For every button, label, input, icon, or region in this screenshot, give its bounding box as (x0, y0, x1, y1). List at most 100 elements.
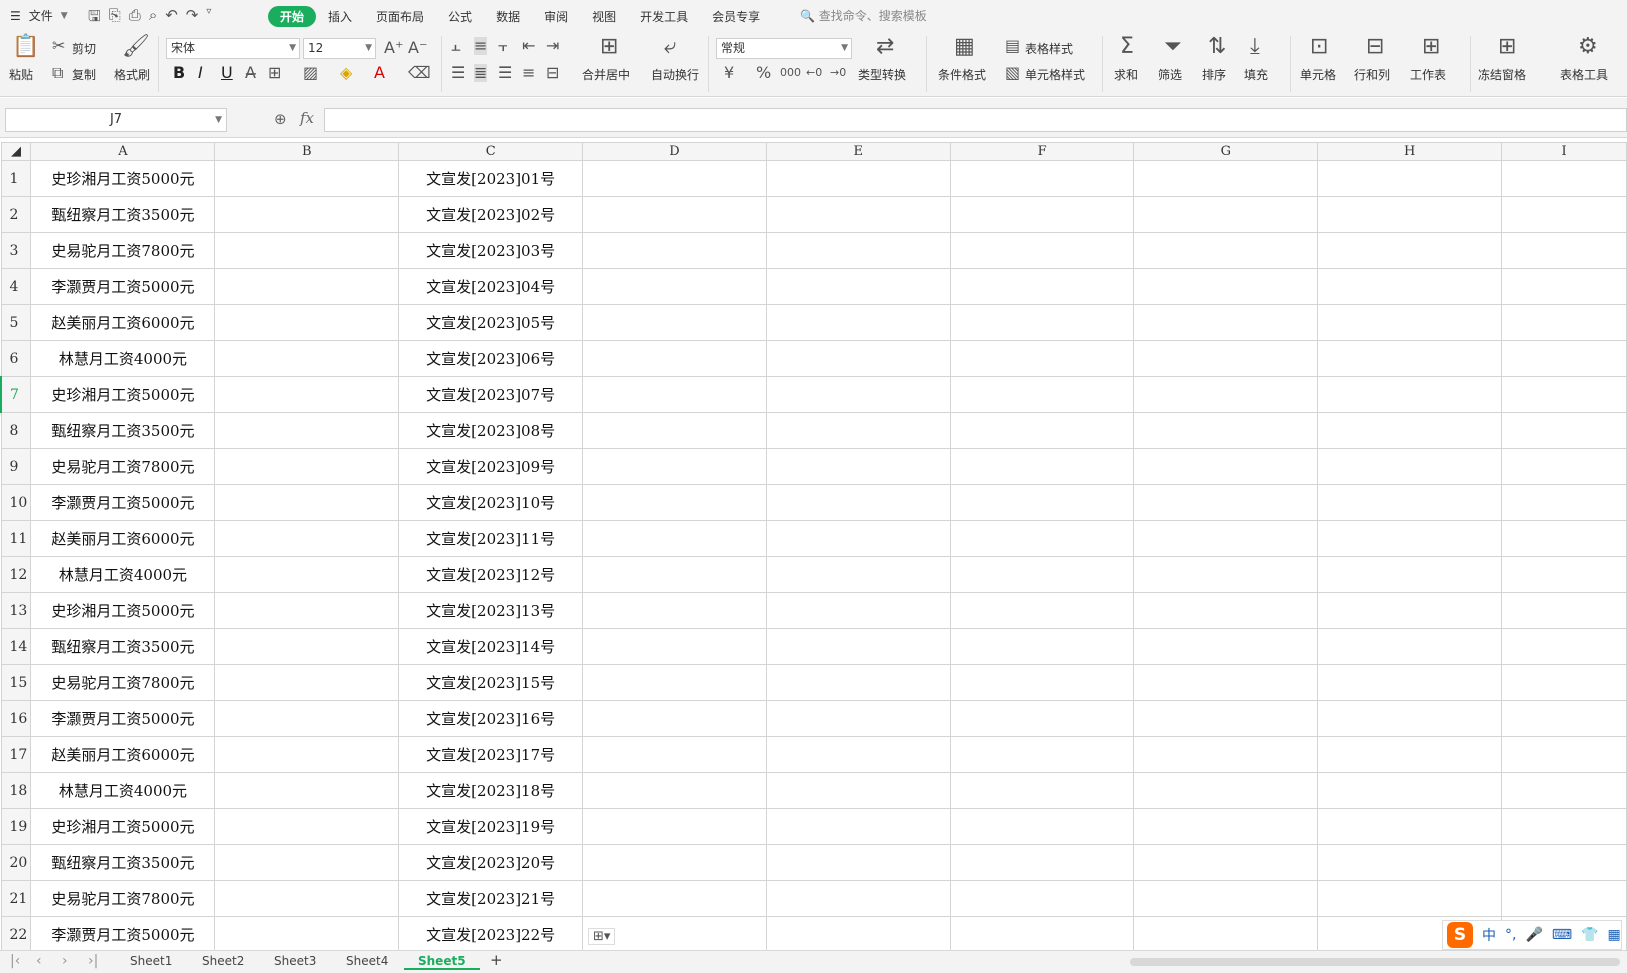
cell-h[interactable] (1317, 592, 1503, 629)
italic-icon[interactable]: I (198, 64, 203, 82)
fx-icon[interactable]: fx (300, 109, 314, 127)
row-header[interactable]: 14 (0, 628, 32, 665)
cell-d[interactable] (582, 484, 767, 521)
cell-i[interactable] (1501, 448, 1627, 485)
outdent-icon[interactable]: ⇤ (522, 37, 535, 55)
sheet-tab-5[interactable]: Sheet5 (404, 954, 480, 970)
tab-view[interactable]: 视图 (580, 6, 628, 27)
undo-icon[interactable]: ↶ (165, 6, 178, 31)
cell-e[interactable] (765, 916, 951, 950)
cell-d[interactable] (582, 304, 767, 341)
cell-h[interactable] (1317, 484, 1503, 521)
table-tools-button[interactable]: 表格工具 (1560, 66, 1608, 83)
cell-f[interactable] (949, 736, 1135, 773)
cell-i[interactable] (1501, 664, 1627, 701)
cell-g[interactable] (1133, 196, 1319, 233)
cell-d[interactable] (582, 556, 767, 593)
cell-h[interactable] (1317, 412, 1503, 449)
cell-d[interactable] (582, 376, 767, 413)
cell-e[interactable] (765, 556, 951, 593)
column-header-a[interactable]: A (30, 142, 216, 161)
cell-e[interactable] (765, 196, 951, 233)
save-icon[interactable]: 🖫 (88, 6, 101, 31)
cell-d[interactable] (582, 772, 767, 809)
cell-i[interactable] (1501, 304, 1627, 341)
fill-button[interactable]: 填充 (1244, 66, 1268, 83)
cell-f[interactable] (949, 232, 1135, 269)
row-header[interactable]: 15 (0, 664, 32, 701)
cell-d[interactable] (582, 196, 767, 233)
cell-icon[interactable]: ⊡ (1310, 35, 1328, 59)
conditional-format-button[interactable]: 条件格式 (938, 66, 986, 83)
sort-icon[interactable]: ⇅ (1208, 35, 1226, 59)
cell-e[interactable] (765, 736, 951, 773)
tab-formulas[interactable]: 公式 (436, 6, 484, 27)
customize-toolbar-icon[interactable]: ▿ (206, 6, 211, 31)
cell-f[interactable] (949, 340, 1135, 377)
row-header[interactable]: 20 (0, 844, 32, 881)
cell-e[interactable] (765, 664, 951, 701)
cell-i[interactable] (1501, 880, 1627, 917)
row-header[interactable]: 10 (0, 484, 32, 521)
cell-i[interactable] (1501, 196, 1627, 233)
apps-grid-icon[interactable]: ▦ (1608, 927, 1621, 943)
cell-b[interactable] (214, 556, 400, 593)
font-size-select[interactable]: 12 ▼ (303, 38, 376, 59)
cell-f[interactable] (949, 700, 1135, 737)
tab-developer[interactable]: 开发工具 (628, 6, 700, 27)
row-header[interactable]: 12 (0, 556, 32, 593)
cell-i[interactable] (1501, 736, 1627, 773)
cell-h[interactable] (1317, 664, 1503, 701)
cell-i[interactable] (1501, 484, 1627, 521)
cell-c[interactable]: 文宣发[2023]01号 (398, 160, 584, 197)
cell-d[interactable] (582, 664, 767, 701)
cell-d[interactable] (582, 628, 767, 665)
cell-f[interactable] (949, 880, 1135, 917)
cell-b[interactable] (214, 340, 400, 377)
cell-d[interactable] (582, 592, 767, 629)
cell-a[interactable]: 甄纽察月工资3500元 (30, 844, 216, 881)
table-style-icon[interactable]: ▤ (1005, 37, 1020, 55)
sheet-tab-4[interactable]: Sheet4 (332, 954, 402, 968)
worksheet-icon[interactable]: ⊞ (1422, 35, 1440, 59)
row-header[interactable]: 8 (0, 412, 32, 449)
tab-member[interactable]: 会员专享 (700, 6, 772, 27)
scissors-icon[interactable]: ✂ (52, 37, 65, 55)
cell-g[interactable] (1133, 808, 1319, 845)
cell-f[interactable] (949, 916, 1135, 950)
row-header[interactable]: 21 (0, 880, 32, 917)
cell-f[interactable] (949, 772, 1135, 809)
cell-b[interactable] (214, 448, 400, 485)
column-header-c[interactable]: C (398, 142, 584, 161)
chevron-down-icon[interactable]: ▼ (61, 11, 68, 21)
cell-e[interactable] (765, 376, 951, 413)
cell-h[interactable] (1317, 628, 1503, 665)
column-header-f[interactable]: F (949, 142, 1135, 161)
increase-font-icon[interactable]: A⁺ (384, 39, 403, 57)
ime-punct[interactable]: °, (1505, 927, 1516, 943)
cell-e[interactable] (765, 304, 951, 341)
keyboard-icon[interactable]: ⌨ (1552, 927, 1572, 943)
cell-c[interactable]: 文宣发[2023]12号 (398, 556, 584, 593)
ime-mode[interactable]: 中 (1482, 925, 1496, 945)
row-col-button[interactable]: 行和列 (1354, 66, 1390, 83)
column-header-g[interactable]: G (1133, 142, 1319, 161)
cell-style-icon[interactable]: ▧ (1005, 64, 1020, 82)
horizontal-scrollbar[interactable] (1130, 958, 1620, 966)
fill-pattern-icon[interactable]: ▨ (303, 64, 318, 82)
cell-c[interactable]: 文宣发[2023]02号 (398, 196, 584, 233)
cell-h[interactable] (1317, 196, 1503, 233)
cell-c[interactable]: 文宣发[2023]17号 (398, 736, 584, 773)
cell-i[interactable] (1501, 556, 1627, 593)
cell-h[interactable] (1317, 232, 1503, 269)
align-left-icon[interactable]: ☰ (451, 64, 465, 82)
cell-b[interactable] (214, 412, 400, 449)
decrease-decimal-icon[interactable]: →0 (830, 64, 846, 82)
cell-b[interactable] (214, 196, 400, 233)
cell-a[interactable]: 林慧月工资4000元 (30, 772, 216, 809)
zoom-icon[interactable]: ⊕ (274, 110, 287, 128)
cell-d[interactable] (582, 880, 767, 917)
cell-a[interactable]: 史珍湘月工资5000元 (30, 592, 216, 629)
cell-h[interactable] (1317, 340, 1503, 377)
cell-c[interactable]: 文宣发[2023]09号 (398, 448, 584, 485)
